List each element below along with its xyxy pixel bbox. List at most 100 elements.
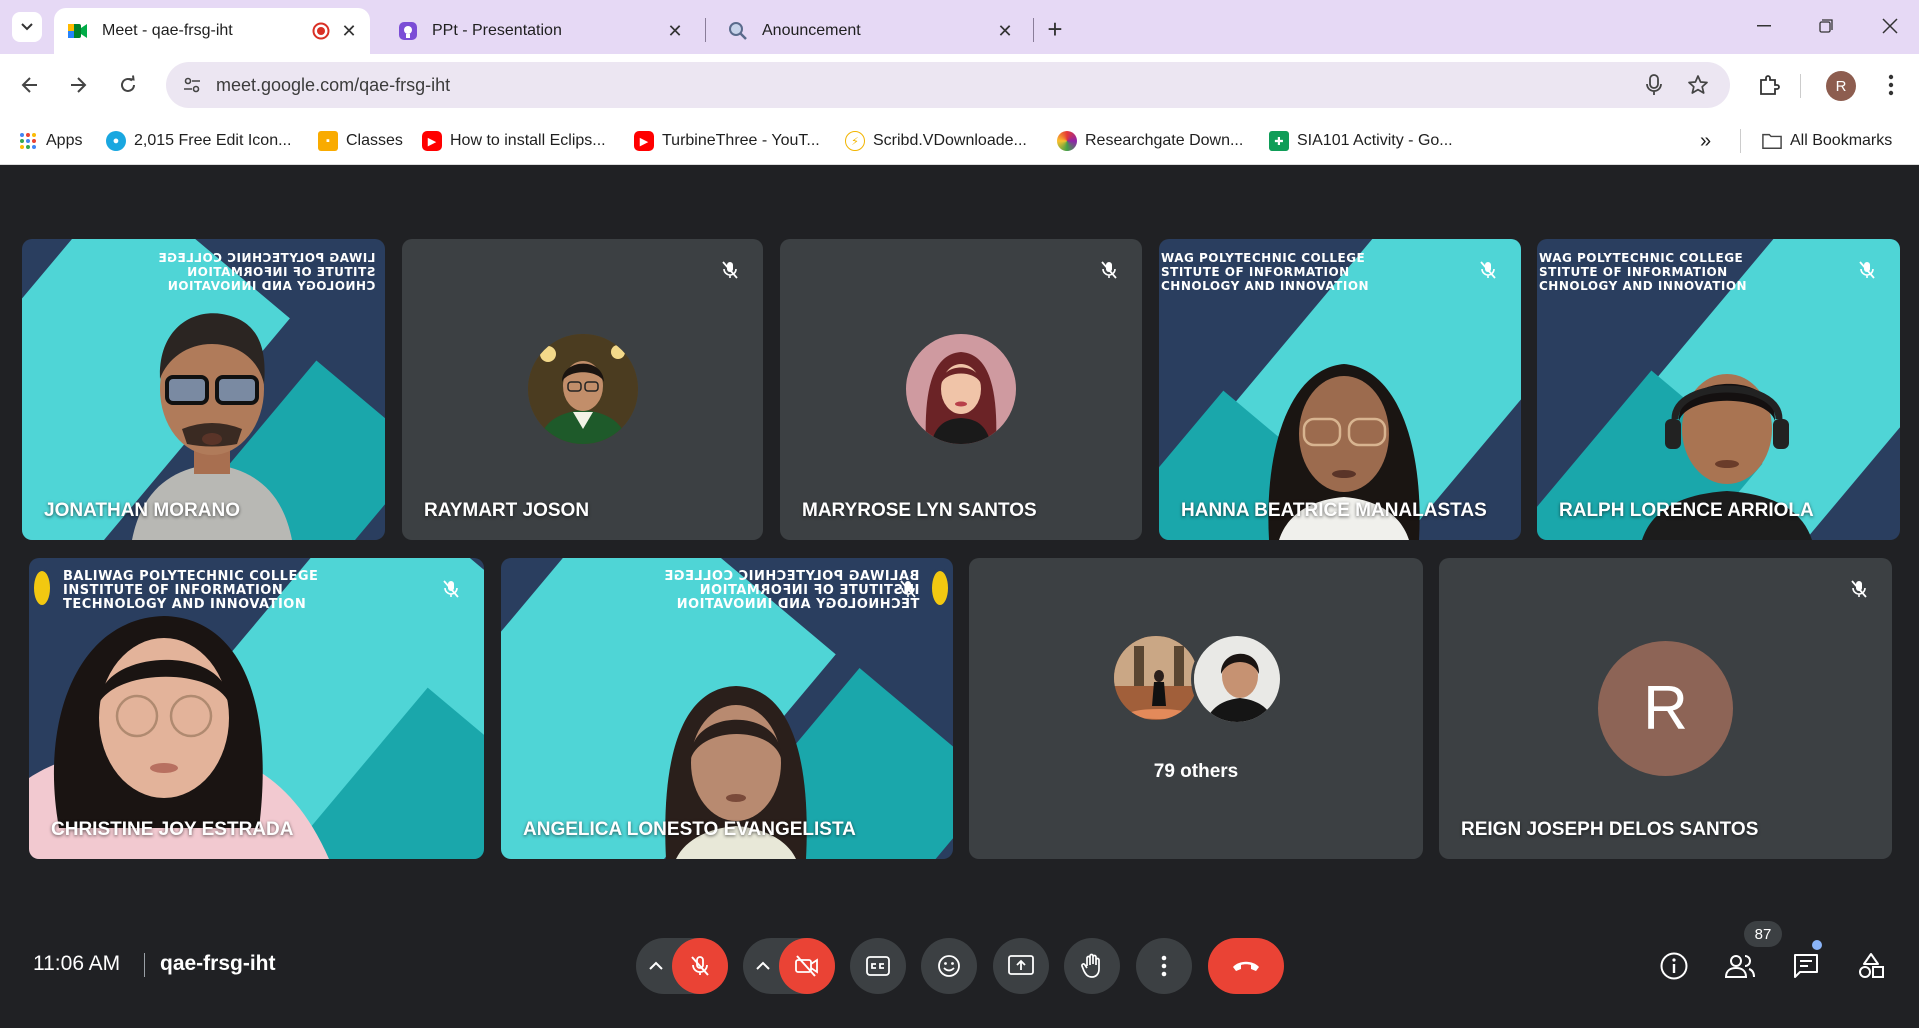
raise-hand-icon — [1081, 953, 1100, 978]
mic-off-icon — [893, 574, 923, 604]
participant-tile[interactable]: RAYMART JOSON — [402, 239, 763, 540]
meeting-details-button[interactable] — [1656, 948, 1692, 984]
emoji-icon — [938, 955, 960, 977]
bookmark-apps[interactable]: Apps — [18, 129, 82, 153]
close-window-button[interactable] — [1870, 10, 1910, 42]
minimize-button[interactable] — [1744, 10, 1784, 42]
call-end-icon — [1233, 961, 1259, 971]
participant-initial-avatar: R — [1598, 641, 1733, 776]
apps-grid-icon — [18, 131, 38, 151]
microphone-toggle-button[interactable] — [672, 938, 728, 994]
bookmarks-bar: Apps ● 2,015 Free Edit Icon... ▪ Classes… — [0, 117, 1919, 165]
recording-icon — [310, 20, 332, 42]
bookmark-free-edit-icons[interactable]: ● 2,015 Free Edit Icon... — [106, 129, 291, 153]
school-banner: WAG POLYTECHNIC COLLEGE STITUTE OF INFORM… — [1539, 251, 1748, 293]
raise-hand-button[interactable] — [1064, 938, 1120, 994]
menu-button[interactable] — [1874, 68, 1908, 102]
school-banner: BALIWAG POLYTECHNIC COLLEGE INSTITUTE OF … — [663, 569, 919, 612]
info-icon — [1660, 952, 1688, 980]
bookmark-label: How to install Eclips... — [450, 132, 606, 149]
classroom-icon: ▪ — [318, 131, 338, 151]
tab-search-button[interactable] — [12, 12, 42, 42]
school-banner: LIWAG POLYTECHNIC COLLEGE STITUTE OF INFO… — [157, 251, 375, 293]
chat-button[interactable] — [1788, 948, 1824, 984]
bookmark-label: Researchgate Down... — [1085, 132, 1244, 149]
meeting-code: qae-frsg-iht — [160, 952, 276, 975]
tab-title: Anouncement — [762, 22, 861, 39]
mic-off-icon — [1852, 255, 1882, 285]
youtube-icon: ▶ — [422, 131, 442, 151]
double-chevron-right-icon: » — [1700, 129, 1712, 152]
people-button[interactable] — [1722, 948, 1758, 984]
bookmark-star-icon[interactable] — [1686, 73, 1710, 97]
tab-meet[interactable]: Meet - qae-frsg-iht ✕ — [54, 8, 370, 54]
participant-tile[interactable]: BALIWAG POLYTECHNIC COLLEGE INSTITUTE OF … — [29, 558, 484, 859]
close-tab-icon[interactable]: ✕ — [664, 20, 686, 42]
videocam-off-icon — [795, 955, 818, 977]
participant-tile[interactable]: LIWAG POLYTECHNIC COLLEGE STITUTE OF INFO… — [22, 239, 385, 540]
mic-off-icon — [715, 255, 745, 285]
tab-ppt[interactable]: PPt - Presentation ✕ — [384, 8, 696, 54]
mic-off-icon — [1844, 574, 1874, 604]
arrow-right-icon — [71, 77, 87, 93]
address-bar[interactable]: meet.google.com/qae-frsg-iht — [166, 62, 1730, 108]
presentation-icon — [398, 21, 418, 41]
bookmark-label: Apps — [46, 132, 83, 149]
close-tab-icon[interactable]: ✕ — [338, 20, 360, 42]
bookmark-scribd[interactable]: ⚡ Scribd.VDownloade... — [845, 129, 1027, 153]
tab-strip: Meet - qae-frsg-iht ✕ PPt - Presentation… — [0, 0, 1919, 54]
back-button[interactable] — [13, 68, 47, 102]
people-icon — [1724, 955, 1755, 978]
bookmark-eclipse[interactable]: ▶ How to install Eclips... — [422, 129, 606, 153]
more-bookmarks-button[interactable]: » — [1700, 129, 1711, 153]
leave-call-button[interactable] — [1208, 938, 1284, 994]
bookmark-label: SIA101 Activity - Go... — [1297, 132, 1453, 149]
others-tile[interactable]: 79 others — [969, 558, 1423, 859]
new-tab-button[interactable]: + — [1040, 14, 1070, 44]
reactions-button[interactable] — [921, 938, 977, 994]
participant-tile[interactable]: WAG POLYTECHNIC COLLEGE STITUTE OF INFORM… — [1537, 239, 1900, 540]
restore-button[interactable] — [1806, 10, 1846, 42]
microphone-icon[interactable] — [1642, 73, 1666, 97]
participant-name: JONATHAN MORANO — [44, 500, 240, 521]
tab-announcement[interactable]: Anouncement ✕ — [714, 8, 1026, 54]
others-count: 79 others — [1153, 761, 1239, 782]
youtube-icon: ▶ — [634, 131, 654, 151]
tab-title: PPt - Presentation — [432, 22, 562, 39]
close-tab-icon[interactable]: ✕ — [994, 20, 1016, 42]
google-meet-icon — [68, 21, 88, 41]
captions-button[interactable] — [850, 938, 906, 994]
meet-stage: LIWAG POLYTECHNIC COLLEGE STITUTE OF INFO… — [0, 165, 1919, 1028]
extensions-button[interactable] — [1752, 68, 1786, 102]
forward-button[interactable] — [61, 68, 95, 102]
school-banner: WAG POLYTECHNIC COLLEGE STITUTE OF INFORM… — [1161, 251, 1370, 293]
participant-name: REIGN JOSEPH DELOS SANTOS — [1461, 819, 1759, 840]
participant-tile[interactable]: WAG POLYTECHNIC COLLEGE STITUTE OF INFORM… — [1159, 239, 1521, 540]
bookmark-label: TurbineThree - YouT... — [662, 132, 820, 149]
more-options-button[interactable] — [1136, 938, 1192, 994]
url-text: meet.google.com/qae-frsg-iht — [216, 75, 451, 95]
bookmark-sia101[interactable]: ✚ SIA101 Activity - Go... — [1269, 129, 1453, 153]
all-bookmarks-button[interactable]: All Bookmarks — [1762, 129, 1892, 153]
present-screen-button[interactable] — [993, 938, 1049, 994]
more-vert-icon — [1161, 955, 1167, 977]
activities-button[interactable] — [1853, 948, 1889, 984]
tab-divider — [705, 18, 706, 42]
site-info-icon[interactable] — [180, 73, 204, 97]
participant-avatar — [1191, 633, 1283, 725]
participant-tile[interactable]: R REIGN JOSEPH DELOS SANTOS — [1439, 558, 1892, 859]
close-icon — [1882, 18, 1898, 34]
profile-avatar[interactable]: R — [1826, 71, 1856, 101]
bookmark-researchgate[interactable]: Researchgate Down... — [1057, 129, 1243, 153]
toolbar-divider — [1800, 74, 1801, 98]
participant-name: ANGELICA LONESTO EVANGELISTA — [523, 819, 856, 840]
bookmark-classes[interactable]: ▪ Classes — [318, 129, 403, 153]
participant-tile[interactable]: BALIWAG POLYTECHNIC COLLEGE INSTITUTE OF … — [501, 558, 953, 859]
participant-tile[interactable]: MARYROSE LYN SANTOS — [780, 239, 1142, 540]
tab-divider — [1033, 18, 1034, 42]
bookmark-turbinethree[interactable]: ▶ TurbineThree - YouT... — [634, 129, 820, 153]
browser-toolbar: meet.google.com/qae-frsg-iht R — [0, 54, 1919, 117]
reload-button[interactable] — [111, 68, 145, 102]
camera-toggle-button[interactable] — [779, 938, 835, 994]
search-globe-icon — [728, 21, 748, 41]
